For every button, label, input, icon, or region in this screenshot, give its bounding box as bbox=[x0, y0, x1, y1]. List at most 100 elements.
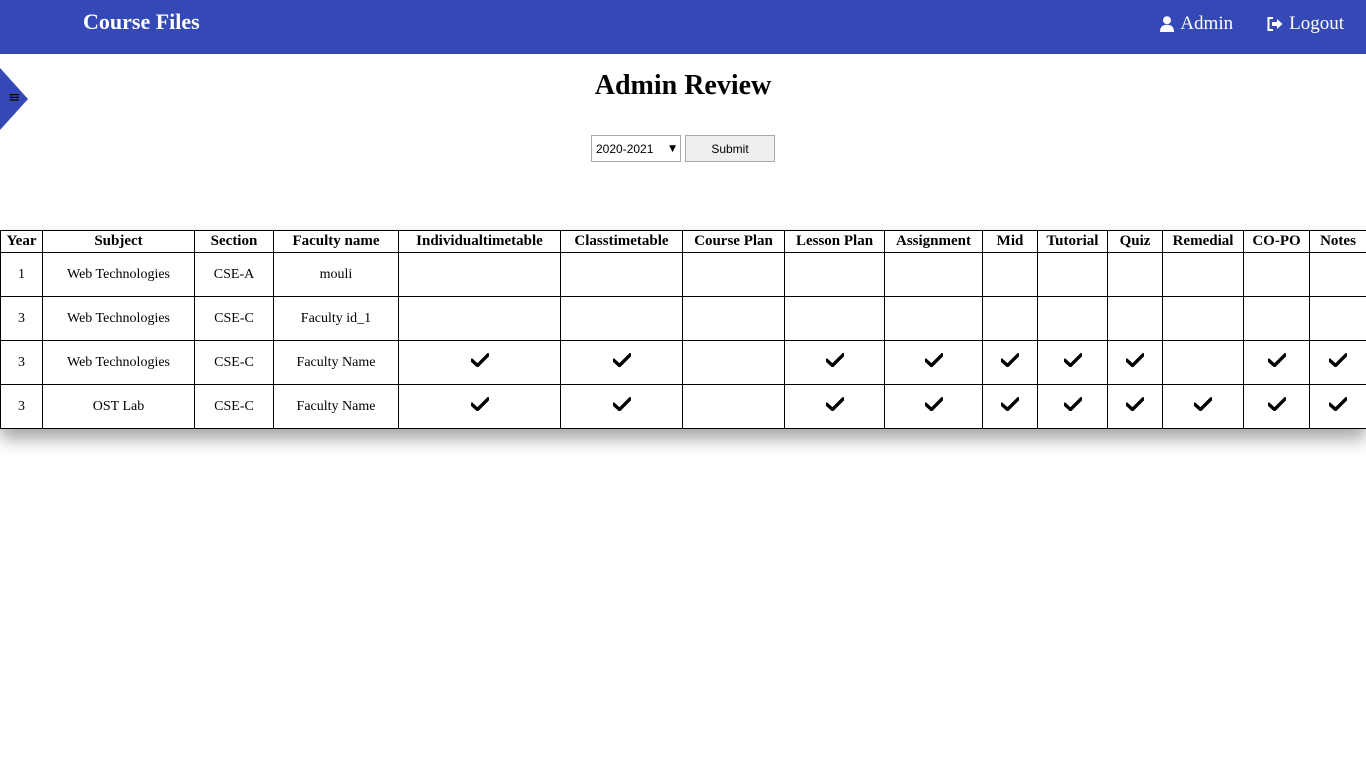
check-icon bbox=[1062, 352, 1083, 372]
review-table-container: Year Subject Section Faculty name Individual… bbox=[0, 230, 1366, 429]
status-cell bbox=[398, 340, 561, 385]
check-icon bbox=[999, 352, 1021, 372]
check-icon bbox=[611, 396, 632, 416]
top-navbar: Course Files Admin Logout bbox=[0, 0, 1366, 54]
status-cell bbox=[1162, 252, 1244, 297]
cell-subject: OST Lab bbox=[42, 384, 195, 429]
admin-link[interactable]: Admin bbox=[1160, 13, 1233, 35]
check-icon bbox=[1327, 352, 1349, 372]
submit-button[interactable]: Submit bbox=[685, 135, 775, 162]
status-cell bbox=[682, 340, 785, 385]
column-header: Subject bbox=[42, 230, 195, 253]
status-cell bbox=[1309, 252, 1366, 297]
column-header: Individualtimetable bbox=[398, 230, 561, 253]
column-header: Course Plan bbox=[682, 230, 785, 253]
status-cell bbox=[1309, 340, 1366, 385]
status-cell bbox=[1107, 340, 1163, 385]
cell-year: 3 bbox=[0, 296, 43, 341]
status-cell bbox=[1037, 252, 1108, 297]
cell-faculty: Faculty Name bbox=[273, 340, 399, 385]
cell-year: 1 bbox=[0, 252, 43, 297]
check-icon bbox=[469, 352, 490, 372]
status-cell bbox=[1162, 296, 1244, 341]
status-cell bbox=[560, 252, 683, 297]
status-cell bbox=[682, 384, 785, 429]
status-cell bbox=[560, 384, 683, 429]
review-table: Year Subject Section Faculty name Individual… bbox=[0, 230, 1366, 429]
status-cell bbox=[1107, 252, 1163, 297]
status-cell bbox=[784, 252, 885, 297]
check-icon bbox=[999, 396, 1021, 416]
status-cell bbox=[784, 384, 885, 429]
status-cell bbox=[784, 340, 885, 385]
status-cell bbox=[1243, 384, 1310, 429]
admin-label: Admin bbox=[1180, 13, 1234, 34]
check-icon bbox=[469, 396, 490, 416]
check-icon bbox=[1327, 396, 1349, 416]
nav-right: Admin Logout bbox=[1160, 13, 1344, 35]
cell-section: CSE-C bbox=[194, 384, 274, 429]
column-header: Faculty name bbox=[273, 230, 399, 253]
year-select[interactable]: 2020-2021 ▼ bbox=[591, 135, 681, 162]
table-body: 1 Web Technologies CSE-A mouli 3 Web Technolo… bbox=[0, 252, 1366, 429]
logout-link[interactable]: Logout bbox=[1267, 13, 1344, 35]
logout-icon bbox=[1267, 17, 1283, 31]
status-cell bbox=[1107, 296, 1163, 341]
status-cell bbox=[982, 384, 1038, 429]
cell-year: 3 bbox=[0, 384, 43, 429]
status-cell bbox=[982, 252, 1038, 297]
cell-section: CSE-A bbox=[194, 252, 274, 297]
check-icon bbox=[1266, 352, 1287, 372]
status-cell bbox=[682, 252, 785, 297]
cell-section: CSE-C bbox=[194, 340, 274, 385]
status-cell bbox=[884, 340, 983, 385]
status-cell bbox=[398, 252, 561, 297]
check-icon bbox=[1192, 396, 1214, 416]
status-cell bbox=[982, 296, 1038, 341]
logout-label: Logout bbox=[1289, 13, 1344, 34]
column-header: Section bbox=[194, 230, 274, 253]
cell-faculty: Faculty id_1 bbox=[273, 296, 399, 341]
column-header: CO-PO bbox=[1243, 230, 1310, 253]
check-icon bbox=[923, 352, 944, 372]
status-cell bbox=[682, 296, 785, 341]
column-header: Notes bbox=[1309, 230, 1366, 253]
cell-faculty: mouli bbox=[273, 252, 399, 297]
status-cell bbox=[1309, 296, 1366, 341]
check-icon bbox=[824, 352, 845, 372]
status-cell bbox=[398, 384, 561, 429]
column-header: Assignment bbox=[884, 230, 983, 253]
column-header: Mid bbox=[982, 230, 1038, 253]
status-cell bbox=[982, 340, 1038, 385]
cell-subject: Web Technologies bbox=[42, 252, 195, 297]
column-header: Year bbox=[0, 230, 43, 253]
status-cell bbox=[560, 296, 683, 341]
filter-controls: 2020-2021 ▼ Submit bbox=[591, 135, 775, 162]
year-select-value: 2020-2021 bbox=[596, 141, 654, 156]
status-cell bbox=[1037, 384, 1108, 429]
cell-subject: Web Technologies bbox=[42, 340, 195, 385]
check-icon bbox=[1062, 396, 1083, 416]
brand-title[interactable]: Course Files bbox=[83, 9, 200, 35]
table-row: 1 Web Technologies CSE-A mouli bbox=[0, 252, 1366, 297]
column-header: Quiz bbox=[1107, 230, 1163, 253]
status-cell bbox=[1243, 296, 1310, 341]
status-cell bbox=[560, 340, 683, 385]
table-header-row: Year Subject Section Faculty name Individual… bbox=[0, 230, 1366, 253]
user-icon bbox=[1160, 16, 1175, 32]
check-icon bbox=[1124, 352, 1146, 372]
cell-section: CSE-C bbox=[194, 296, 274, 341]
status-cell bbox=[1243, 252, 1310, 297]
status-cell bbox=[884, 384, 983, 429]
status-cell bbox=[1243, 340, 1310, 385]
check-icon bbox=[611, 352, 632, 372]
check-icon bbox=[824, 396, 845, 416]
status-cell bbox=[1107, 384, 1163, 429]
status-cell bbox=[1037, 340, 1108, 385]
status-cell bbox=[1037, 296, 1108, 341]
status-cell bbox=[884, 296, 983, 341]
status-cell bbox=[884, 252, 983, 297]
check-icon bbox=[923, 396, 944, 416]
check-icon bbox=[1124, 396, 1146, 416]
status-cell bbox=[398, 296, 561, 341]
